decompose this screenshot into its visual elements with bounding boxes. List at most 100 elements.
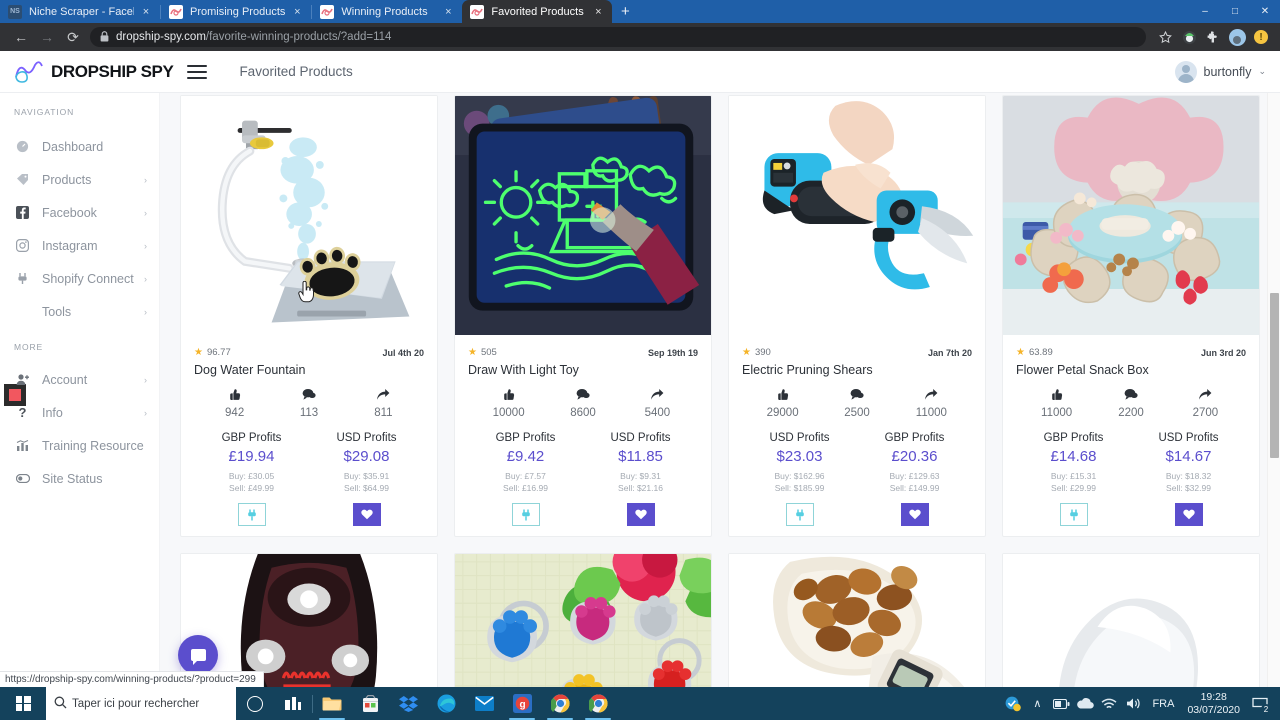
- thumbs-up-icon: [746, 388, 819, 405]
- window-close-button[interactable]: ✕: [1250, 0, 1280, 23]
- product-image-electric-pruning-shears[interactable]: [729, 96, 985, 339]
- product-card[interactable]: ★ 96.77 Jul 4th 20 Dog Water Fountain 94…: [180, 95, 438, 537]
- product-date: Sep 19th 19: [647, 347, 698, 358]
- notification-center-button[interactable]: 2: [1246, 687, 1274, 720]
- taskbar-app-microsoft-store-icon[interactable]: [351, 687, 389, 720]
- browser-tab-3-active[interactable]: Favorited Products ×: [462, 0, 613, 23]
- speedometer-icon: [14, 140, 31, 153]
- task-view-icon[interactable]: [274, 687, 312, 720]
- taskbar-app-microsoft-edge-icon[interactable]: [427, 687, 465, 720]
- brand-logo[interactable]: DROPSHIP SPY: [14, 59, 174, 85]
- sidebar-item-training-resource[interactable]: Training Resource: [0, 429, 159, 462]
- product-card[interactable]: [454, 553, 712, 687]
- favorite-button[interactable]: [352, 503, 381, 526]
- scrollbar-thumb[interactable]: [1270, 293, 1279, 458]
- sidebar-item-tools[interactable]: Tools ›: [0, 295, 159, 328]
- product-card[interactable]: [180, 553, 438, 687]
- address-bar[interactable]: dropship-spy.com/favorite-winning-produc…: [90, 27, 1146, 47]
- favorite-button[interactable]: [1174, 503, 1203, 526]
- product-card[interactable]: ★ 63.89 Jun 3rd 20 Flower Petal Snack Bo…: [1002, 95, 1260, 537]
- chat-widget-button[interactable]: [178, 635, 218, 675]
- product-card[interactable]: [1002, 553, 1260, 687]
- cortana-circle-icon[interactable]: [236, 687, 274, 720]
- security-shield-icon[interactable]: [1001, 687, 1025, 720]
- product-image-draw-with-light-toy[interactable]: [455, 96, 711, 339]
- product-image-white-device[interactable]: [1003, 554, 1259, 687]
- tab-close-button[interactable]: ×: [138, 4, 154, 20]
- start-button[interactable]: [0, 687, 46, 720]
- extension-green-icon[interactable]: [1178, 26, 1200, 48]
- sidebar-item-shopify-connect[interactable]: Shopify Connect ›: [0, 262, 159, 295]
- engagement-stats: 11000 2200 2700: [1016, 388, 1246, 419]
- sidebar-item-label: Site Status: [42, 471, 103, 486]
- taskbar-app-google-app-icon[interactable]: g: [503, 687, 541, 720]
- browser-tab-0[interactable]: NS Niche Scraper - Facebook Video ×: [0, 0, 160, 23]
- tab-close-button[interactable]: ×: [590, 4, 606, 20]
- new-tab-button[interactable]: +: [612, 0, 638, 23]
- language-indicator[interactable]: FRA: [1145, 698, 1181, 710]
- chevron-up-icon[interactable]: ∧: [1025, 687, 1049, 720]
- shopify-push-button[interactable]: [785, 503, 814, 526]
- back-icon[interactable]: ←: [8, 24, 34, 50]
- onedrive-cloud-icon[interactable]: [1073, 687, 1097, 720]
- taskbar-app-chrome-icon-2[interactable]: [579, 687, 617, 720]
- product-name[interactable]: Dog Water Fountain: [194, 363, 424, 377]
- sidebar-item-account[interactable]: Account ›: [0, 363, 159, 396]
- comment-icon: [820, 388, 893, 405]
- update-dot-icon[interactable]: !: [1250, 26, 1272, 48]
- window-maximize-button[interactable]: □: [1220, 0, 1250, 23]
- shopify-push-button[interactable]: [1059, 503, 1088, 526]
- browser-tab-1[interactable]: Promising Products ×: [161, 0, 311, 23]
- sidebar-item-info[interactable]: ? Info ›: [0, 396, 159, 429]
- shopify-push-button[interactable]: [511, 503, 540, 526]
- shopify-push-button[interactable]: [237, 503, 266, 526]
- taskbar-app-dropbox-icon[interactable]: [389, 687, 427, 720]
- taskbar-search-input[interactable]: Taper ici pour rechercher: [46, 687, 236, 720]
- sidebar-item-products[interactable]: Products ›: [0, 163, 159, 196]
- likes-count: 942: [225, 407, 245, 419]
- forward-icon[interactable]: →: [34, 24, 60, 50]
- reload-icon[interactable]: ⟳: [60, 24, 86, 50]
- profile-avatar-icon[interactable]: [1226, 26, 1248, 48]
- product-image-pet-food-scoop[interactable]: [729, 554, 985, 687]
- sidebar-item-facebook[interactable]: Facebook ›: [0, 196, 159, 229]
- likes-stat: 10000: [472, 388, 545, 419]
- taskbar-clock[interactable]: 19:28 03/07/2020: [1181, 691, 1246, 717]
- product-image-dog-water-fountain[interactable]: [181, 96, 437, 339]
- shares-count: 811: [374, 407, 393, 419]
- product-image-flower-petal-snack-box[interactable]: [1003, 96, 1259, 339]
- product-card[interactable]: ★ 390 Jan 7th 20 Electric Pruning Shears…: [728, 95, 986, 537]
- battery-icon[interactable]: [1049, 687, 1073, 720]
- volume-icon[interactable]: [1121, 687, 1145, 720]
- product-card[interactable]: [728, 553, 986, 687]
- favorite-action-cell: [583, 503, 698, 526]
- header-user-area[interactable]: burtonfly ⌄: [1174, 60, 1266, 83]
- taskbar-app-file-explorer-icon[interactable]: [313, 687, 351, 720]
- favorite-button[interactable]: [626, 503, 655, 526]
- menu-toggle-button[interactable]: [187, 64, 208, 79]
- product-card[interactable]: ★ 505 Sep 19th 19 Draw With Light Toy 10…: [454, 95, 712, 537]
- magnifier-icon: [54, 696, 72, 712]
- page-scrollbar[interactable]: [1267, 93, 1280, 687]
- sidebar-item-instagram[interactable]: Instagram ›: [0, 229, 159, 262]
- sidebar-item-site-status[interactable]: Site Status: [0, 462, 159, 495]
- favorite-button[interactable]: [900, 503, 929, 526]
- window-minimize-button[interactable]: –: [1190, 0, 1220, 23]
- bookmark-star-icon[interactable]: [1154, 26, 1176, 48]
- wifi-icon[interactable]: [1097, 687, 1121, 720]
- comment-icon: [546, 388, 619, 405]
- product-name[interactable]: Electric Pruning Shears: [742, 363, 972, 377]
- sidebar-item-label: Products: [42, 172, 92, 187]
- product-name[interactable]: Flower Petal Snack Box: [1016, 363, 1246, 377]
- sidebar-item-dashboard[interactable]: Dashboard: [0, 130, 159, 163]
- puzzle-extension-icon[interactable]: [1202, 26, 1224, 48]
- taskbar-app-chrome-icon[interactable]: [541, 687, 579, 720]
- product-image-paw-pet-tags[interactable]: [455, 554, 711, 687]
- product-name[interactable]: Draw With Light Toy: [468, 363, 698, 377]
- comments-count: 8600: [570, 407, 596, 419]
- tab-close-button[interactable]: ×: [440, 4, 456, 20]
- taskbar-app-mail-icon[interactable]: [465, 687, 503, 720]
- tab-close-button[interactable]: ×: [289, 4, 305, 20]
- product-image-back-massager[interactable]: [181, 554, 437, 687]
- browser-tab-2[interactable]: Winning Products ×: [312, 0, 462, 23]
